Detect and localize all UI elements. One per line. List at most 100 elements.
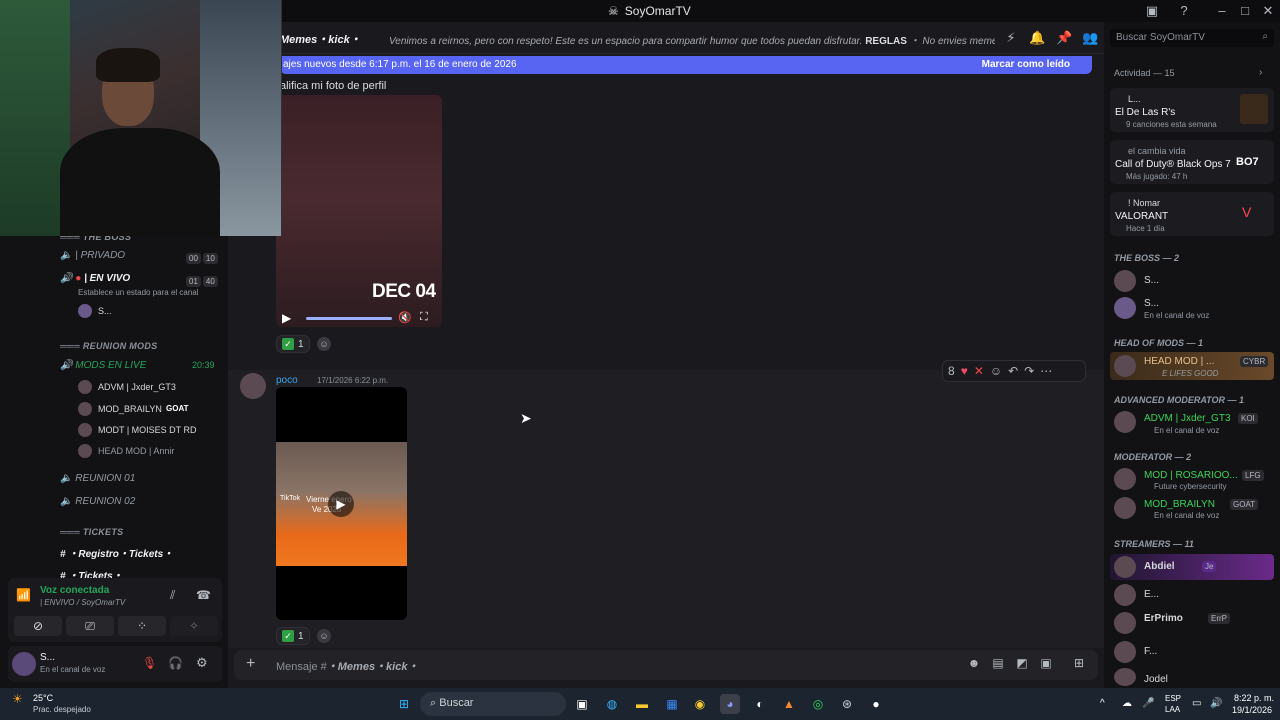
- threads-icon[interactable]: ⚡: [1003, 30, 1019, 46]
- voice-user[interactable]: S...: [98, 306, 112, 316]
- channel-registro-tickets[interactable]: # ・Registro・Tickets・: [60, 545, 173, 560]
- settings-gear-icon[interactable]: ⚙: [196, 655, 208, 671]
- add-reaction-icon[interactable]: ☺: [317, 629, 331, 643]
- gif-icon[interactable]: ▤: [990, 656, 1006, 672]
- weather-icon[interactable]: ☀: [12, 692, 23, 706]
- maximize-button[interactable]: □: [1237, 3, 1253, 19]
- reaction-check[interactable]: ✓ 1: [276, 335, 310, 353]
- mic-tray-icon[interactable]: 🎤: [1142, 698, 1154, 709]
- image-icon[interactable]: ▣: [1038, 656, 1054, 672]
- forward-icon[interactable]: ↷: [1024, 364, 1034, 378]
- x-icon[interactable]: ✕: [974, 364, 984, 378]
- more-icon[interactable]: ⋯: [1040, 364, 1052, 378]
- play-icon[interactable]: ▶: [282, 311, 291, 325]
- activity-card[interactable]: L... El De Las R's 9 canciones esta sema…: [1110, 88, 1274, 132]
- avatar[interactable]: [240, 373, 266, 399]
- folder-icon[interactable]: ▬: [632, 694, 652, 714]
- fullscreen-icon[interactable]: ⛶: [420, 311, 428, 324]
- store-icon[interactable]: ▦: [662, 694, 682, 714]
- screen-share-button[interactable]: ⎚: [66, 616, 114, 636]
- channel-mods-en-live[interactable]: 🔊 MODS EN LIVE: [60, 360, 146, 371]
- noise-icon[interactable]: ⫽: [170, 588, 175, 603]
- edge-icon[interactable]: ◍: [602, 694, 622, 714]
- emoji-icon[interactable]: ☺: [990, 364, 1002, 378]
- steam-icon[interactable]: ⊛: [837, 694, 857, 714]
- new-messages-bar[interactable]: ajes nuevos desde 6:17 p.m. el 16 de ene…: [280, 56, 1092, 74]
- avatar[interactable]: [1114, 468, 1136, 490]
- signal-icon[interactable]: 📶: [16, 588, 31, 602]
- author-name[interactable]: poco: [276, 375, 298, 386]
- avatar[interactable]: [1114, 612, 1136, 634]
- avatar[interactable]: [12, 652, 36, 676]
- sticker-icon[interactable]: ☻: [966, 656, 982, 672]
- app-icon[interactable]: ▲: [779, 694, 799, 714]
- channel-reunion-02[interactable]: 🔈 REUNION 02: [60, 496, 135, 507]
- voice-user[interactable]: MODT | MOISES DT RD: [98, 425, 197, 435]
- clock-time[interactable]: 8:22 p. m.: [1234, 693, 1274, 703]
- avatar[interactable]: [1114, 270, 1136, 292]
- avatar[interactable]: [1114, 355, 1136, 377]
- voice-user[interactable]: MOD_BRAILYN: [98, 404, 162, 414]
- avatar[interactable]: [78, 423, 92, 437]
- chrome-icon[interactable]: ◉: [690, 694, 710, 714]
- avatar[interactable]: [1114, 584, 1136, 606]
- spotify-icon[interactable]: ◎: [808, 694, 828, 714]
- activity-card[interactable]: ! Nomar VALORANT Hace 1 día V: [1110, 192, 1274, 236]
- avatar[interactable]: [78, 444, 92, 458]
- windows-start-icon[interactable]: ⊞: [394, 694, 414, 714]
- minimize-button[interactable]: –: [1214, 3, 1230, 19]
- chevron-right-icon[interactable]: ›: [1259, 67, 1262, 78]
- chevron-up-icon[interactable]: ^: [1100, 698, 1105, 709]
- network-icon[interactable]: ▭: [1192, 698, 1201, 709]
- activities-button[interactable]: ⁘: [118, 616, 166, 636]
- discord-icon[interactable]: ◕: [720, 694, 740, 714]
- avatar[interactable]: [1114, 497, 1136, 519]
- heart-icon[interactable]: ♥: [961, 364, 968, 378]
- volume-icon[interactable]: 🔊: [1210, 698, 1222, 709]
- app-icon[interactable]: ◐: [750, 694, 770, 714]
- video-attachment[interactable]: DEC 04 ▶ 🔇 ⛶: [276, 95, 442, 327]
- avatar[interactable]: [78, 380, 92, 394]
- soundboard-button[interactable]: ✧: [170, 616, 218, 636]
- activity-card[interactable]: el cambia vida Call of Duty® Black Ops 7…: [1110, 140, 1274, 184]
- reaction-count[interactable]: 8: [948, 364, 955, 378]
- play-icon[interactable]: ▶: [328, 491, 354, 517]
- gift-icon[interactable]: ◩: [1014, 656, 1030, 672]
- members-icon[interactable]: 👥: [1082, 30, 1098, 46]
- channel-status[interactable]: Establece un estado para el canal: [78, 288, 199, 297]
- video-progress[interactable]: [306, 317, 392, 320]
- avatar[interactable]: [78, 402, 92, 416]
- avatar[interactable]: [1114, 641, 1136, 663]
- taskbar-search[interactable]: ⌕ Buscar: [420, 692, 566, 716]
- reply-icon[interactable]: ↶: [1008, 364, 1018, 378]
- search-input[interactable]: Buscar SoyOmarTV ⌕: [1110, 29, 1274, 47]
- category-tickets[interactable]: ═══ TICKETS: [60, 527, 123, 537]
- avatar[interactable]: [78, 304, 92, 318]
- wifi-tray-icon[interactable]: ☁: [1122, 698, 1132, 709]
- mute-icon[interactable]: 🎙: [142, 656, 157, 670]
- volume-icon[interactable]: 🔇: [398, 311, 412, 324]
- deafen-icon[interactable]: 🎧: [168, 656, 183, 670]
- channel-en-vivo[interactable]: 🔊 ● | EN VIVO: [60, 273, 130, 284]
- lang-indicator[interactable]: ESP: [1165, 694, 1181, 703]
- plus-icon[interactable]: +: [246, 655, 255, 673]
- video-attachment[interactable]: TikTok Vierne enero Ve 2026 ▶: [276, 387, 407, 620]
- avatar[interactable]: [1114, 668, 1136, 686]
- voice-channel-label[interactable]: | ENVIVO / SoyOmarTV: [40, 598, 125, 607]
- avatar[interactable]: [1114, 556, 1136, 578]
- voice-user[interactable]: ADVM | Jxder_GT3: [98, 382, 176, 392]
- disconnect-icon[interactable]: ☎: [196, 588, 211, 602]
- app-icon[interactable]: ●: [866, 694, 886, 714]
- channel-topic[interactable]: Venimos a reirnos, pero con respeto! Est…: [389, 32, 995, 47]
- voice-user[interactable]: HEAD MOD | Annir: [98, 446, 174, 456]
- reaction-check[interactable]: ✓ 1: [276, 627, 310, 645]
- channel-reunion-01[interactable]: 🔈 REUNION 01: [60, 473, 135, 484]
- inbox-icon[interactable]: ▣: [1144, 3, 1160, 19]
- task-view-icon[interactable]: ▣: [572, 694, 592, 714]
- user-name[interactable]: S...: [40, 652, 55, 663]
- avatar[interactable]: [1114, 297, 1136, 319]
- bell-icon[interactable]: 🔔: [1029, 30, 1045, 46]
- avatar[interactable]: [1114, 411, 1136, 433]
- channel-privado[interactable]: 🔈 | PRIVADO: [60, 250, 125, 261]
- category-reunion-mods[interactable]: ═══ REUNION MODS: [60, 341, 157, 351]
